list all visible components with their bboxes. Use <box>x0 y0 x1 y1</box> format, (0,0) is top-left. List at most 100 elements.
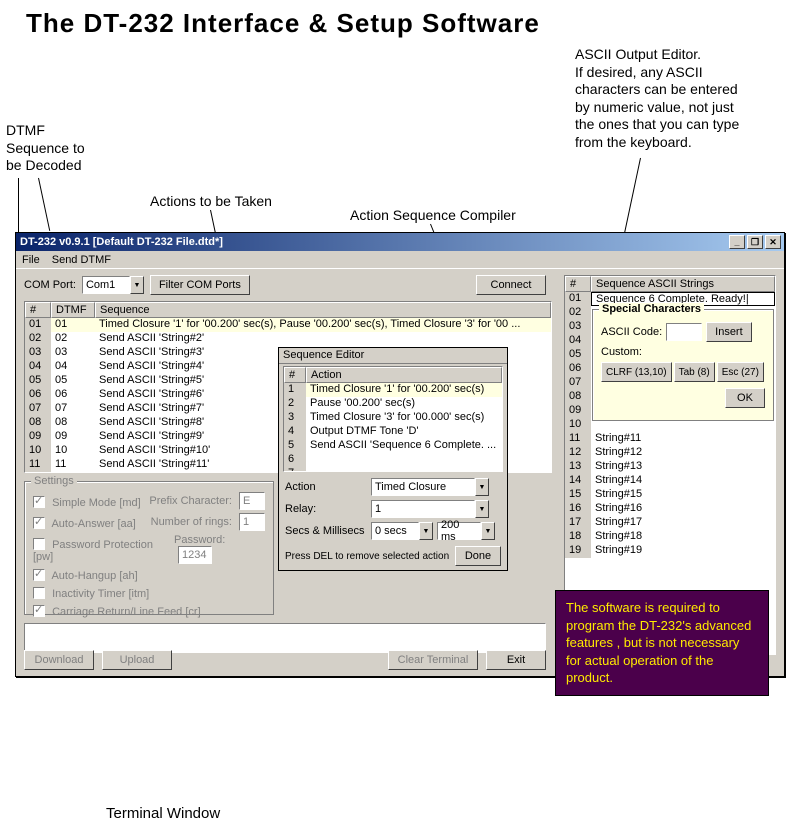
table-row[interactable]: 3Timed Closure '3' for '00.000' sec(s) <box>284 411 502 425</box>
table-row[interactable]: 19String#19 <box>565 544 775 558</box>
chevron-down-icon: ▼ <box>130 276 144 294</box>
footer-note: The software is required to program the … <box>555 590 769 696</box>
sequence-editor-title: Sequence Editor <box>279 348 507 364</box>
seqed-relay-value: 1 <box>371 500 475 518</box>
terminal-window[interactable] <box>24 623 546 653</box>
col-dtmf: DTMF <box>51 302 95 318</box>
clear-terminal-button[interactable]: Clear Terminal <box>388 650 478 670</box>
crlf-label: Carriage Return/Line Feed [cr] <box>52 606 201 618</box>
terminal-window-label: Terminal Window <box>106 805 220 824</box>
pw-label: Password Protection [pw] <box>33 539 153 563</box>
seqed-action-value: Timed Closure <box>371 478 475 496</box>
crlf-button[interactable]: CLRF (13,10) <box>601 362 672 382</box>
rings-field[interactable]: 1 <box>239 513 265 531</box>
custom-label: Custom: <box>601 346 765 358</box>
checkbox-pw[interactable] <box>33 538 45 550</box>
tab-button[interactable]: Tab (8) <box>674 362 715 382</box>
chevron-down-icon: ▼ <box>481 522 495 540</box>
filter-ports-button[interactable]: Filter COM Ports <box>150 275 250 295</box>
table-row[interactable]: 5Send ASCII 'Sequence 6 Complete. ... <box>284 439 502 453</box>
seqed-secs-value: 0 secs <box>371 522 419 540</box>
seqed-secs-label: Secs & Millisecs <box>285 525 371 537</box>
col-num: # <box>25 302 51 318</box>
col-sequence: Sequence <box>95 302 551 318</box>
chevron-down-icon: ▼ <box>419 522 433 540</box>
table-row[interactable]: 7 <box>284 467 502 472</box>
special-characters-panel: Special Characters ASCII Code: Insert Cu… <box>592 309 774 421</box>
prefix-field[interactable]: E <box>239 492 265 510</box>
menu-file[interactable]: File <box>22 254 40 266</box>
maximize-button[interactable]: ❐ <box>747 235 763 249</box>
insert-button[interactable]: Insert <box>706 322 752 342</box>
seqed-ms-select[interactable]: 200 ms ▼ <box>437 522 495 540</box>
seqed-action-select[interactable]: Timed Closure ▼ <box>371 478 489 496</box>
exit-button[interactable]: Exit <box>486 650 546 670</box>
chevron-down-icon: ▼ <box>475 478 489 496</box>
seqed-hint: Press DEL to remove selected action <box>285 551 449 562</box>
rings-label: Number of rings: <box>151 516 232 528</box>
table-row[interactable]: 15String#15 <box>565 488 775 502</box>
table-row[interactable]: 12String#12 <box>565 446 775 460</box>
annot-dtmf: DTMF Sequence to be Decoded <box>6 122 116 175</box>
annot-ascii: ASCII Output Editor. If desired, any ASC… <box>575 46 785 151</box>
comport-value: Com1 <box>82 276 130 294</box>
checkbox-simple[interactable] <box>33 496 45 508</box>
annot-compiler: Action Sequence Compiler <box>350 207 516 225</box>
seqed-action-label: Action <box>285 481 371 493</box>
ok-button[interactable]: OK <box>725 388 765 408</box>
ascii-code-label: ASCII Code: <box>601 326 662 338</box>
done-button[interactable]: Done <box>455 546 501 566</box>
table-row[interactable]: 4Output DTMF Tone 'D' <box>284 425 502 439</box>
table-row[interactable]: 1Timed Closure '1' for '00.200' sec(s) <box>284 383 502 397</box>
esc-button[interactable]: Esc (27) <box>717 362 764 382</box>
settings-group: Settings Simple Mode [md] Prefix Charact… <box>24 481 274 615</box>
sequence-editor-window: Sequence Editor # Action 1Timed Closure … <box>278 347 508 571</box>
autohangup-label: Auto-Hangup [ah] <box>51 570 137 582</box>
comport-select[interactable]: Com1 ▼ <box>82 276 144 294</box>
connect-button[interactable]: Connect <box>476 275 546 295</box>
seqed-secs-select[interactable]: 0 secs ▼ <box>371 522 433 540</box>
window-title: DT-232 v0.9.1 [Default DT-232 File.dtd*] <box>20 236 223 248</box>
prefix-label: Prefix Character: <box>149 495 232 507</box>
table-row[interactable]: 11String#11 <box>565 432 775 446</box>
simple-mode-label: Simple Mode [md] <box>52 497 141 509</box>
menu-send-dtmf[interactable]: Send DTMF <box>52 254 111 266</box>
table-row[interactable]: 0202Send ASCII 'String#2' <box>25 332 551 346</box>
pw-field[interactable]: 1234 <box>178 546 212 564</box>
seqed-col-num: # <box>284 367 306 383</box>
table-row[interactable]: 14String#14 <box>565 474 775 488</box>
sequence-editor-table[interactable]: # Action 1Timed Closure '1' for '00.200'… <box>283 366 503 472</box>
checkbox-autoanswer[interactable] <box>33 517 45 529</box>
comport-label: COM Port: <box>24 279 76 291</box>
checkbox-autohangup[interactable] <box>33 569 45 581</box>
menubar: File Send DTMF <box>16 251 784 269</box>
table-row[interactable]: 2Pause '00.200' sec(s) <box>284 397 502 411</box>
table-row[interactable]: 13String#13 <box>565 460 775 474</box>
checkbox-crlf[interactable] <box>33 605 45 617</box>
seqed-col-action: Action <box>306 367 502 383</box>
seqed-ms-value: 200 ms <box>437 522 481 540</box>
page-title: The DT-232 Interface & Setup Software <box>26 8 540 39</box>
ascii-col-num: # <box>565 276 591 292</box>
ascii-edit-row-num: 01 <box>565 292 591 306</box>
settings-title: Settings <box>31 475 77 487</box>
seqed-relay-select[interactable]: 1 ▼ <box>371 500 489 518</box>
upload-button[interactable]: Upload <box>102 650 172 670</box>
close-button[interactable]: ✕ <box>765 235 781 249</box>
seqed-relay-label: Relay: <box>285 503 371 515</box>
special-characters-title: Special Characters <box>599 303 704 315</box>
table-row[interactable]: 18String#18 <box>565 530 775 544</box>
ascii-code-field[interactable] <box>666 323 702 341</box>
inactivity-label: Inactivity Timer [itm] <box>52 588 149 600</box>
chevron-down-icon: ▼ <box>475 500 489 518</box>
download-button[interactable]: Download <box>24 650 94 670</box>
autoanswer-label: Auto-Answer [aa] <box>51 518 135 530</box>
table-row[interactable]: 6 <box>284 453 502 467</box>
minimize-button[interactable]: _ <box>729 235 745 249</box>
toolbar: COM Port: Com1 ▼ Filter COM Ports <box>24 275 250 295</box>
table-row[interactable]: 0101Timed Closure '1' for '00.200' sec(s… <box>25 318 551 332</box>
checkbox-inactivity[interactable] <box>33 587 45 599</box>
pw-field-label: Password: <box>174 534 225 546</box>
table-row[interactable]: 17String#17 <box>565 516 775 530</box>
table-row[interactable]: 16String#16 <box>565 502 775 516</box>
